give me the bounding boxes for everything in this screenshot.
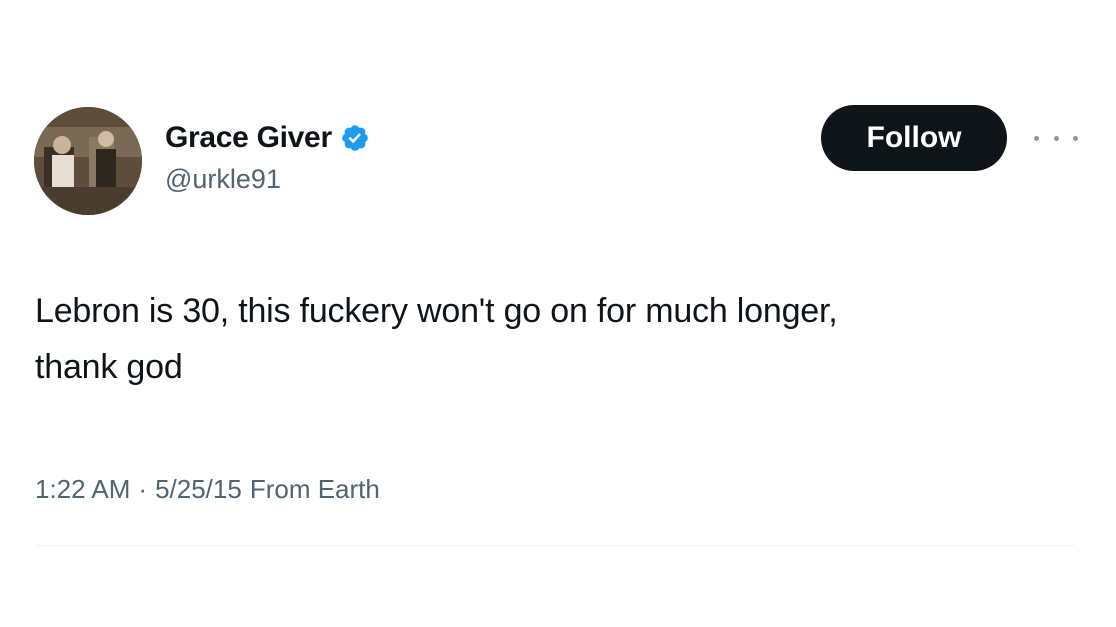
tweet-source: From Earth (249, 474, 380, 504)
more-dot (1073, 135, 1078, 141)
verified-badge-icon (340, 123, 370, 153)
avatar-image (34, 107, 142, 215)
avatar[interactable] (34, 107, 142, 215)
tweet-text-line: thank god (35, 348, 183, 386)
tweet-text-line: Lebron is 30, this fuckery won't go on f… (35, 292, 838, 330)
author-name-row: Grace Giver (165, 118, 370, 158)
more-dot (1053, 135, 1059, 141)
meta-separator: · (138, 474, 148, 504)
tweet-time[interactable]: 1:22 AM (35, 474, 130, 505)
tweet-date[interactable]: 5/25/15 (155, 474, 242, 505)
more-dot (1034, 135, 1039, 141)
more-horizontal-icon[interactable] (1034, 126, 1078, 150)
tweet-meta: 1:22 AM · 5/25/15 From Earth (35, 474, 380, 505)
author-handle[interactable]: @urkle91 (165, 164, 281, 195)
author-display-name[interactable]: Grace Giver (165, 121, 332, 155)
divider (35, 545, 1075, 546)
follow-button[interactable]: Follow (821, 105, 1007, 171)
tweet-text: Lebron is 30, this fuckery won't go on f… (35, 283, 1095, 395)
